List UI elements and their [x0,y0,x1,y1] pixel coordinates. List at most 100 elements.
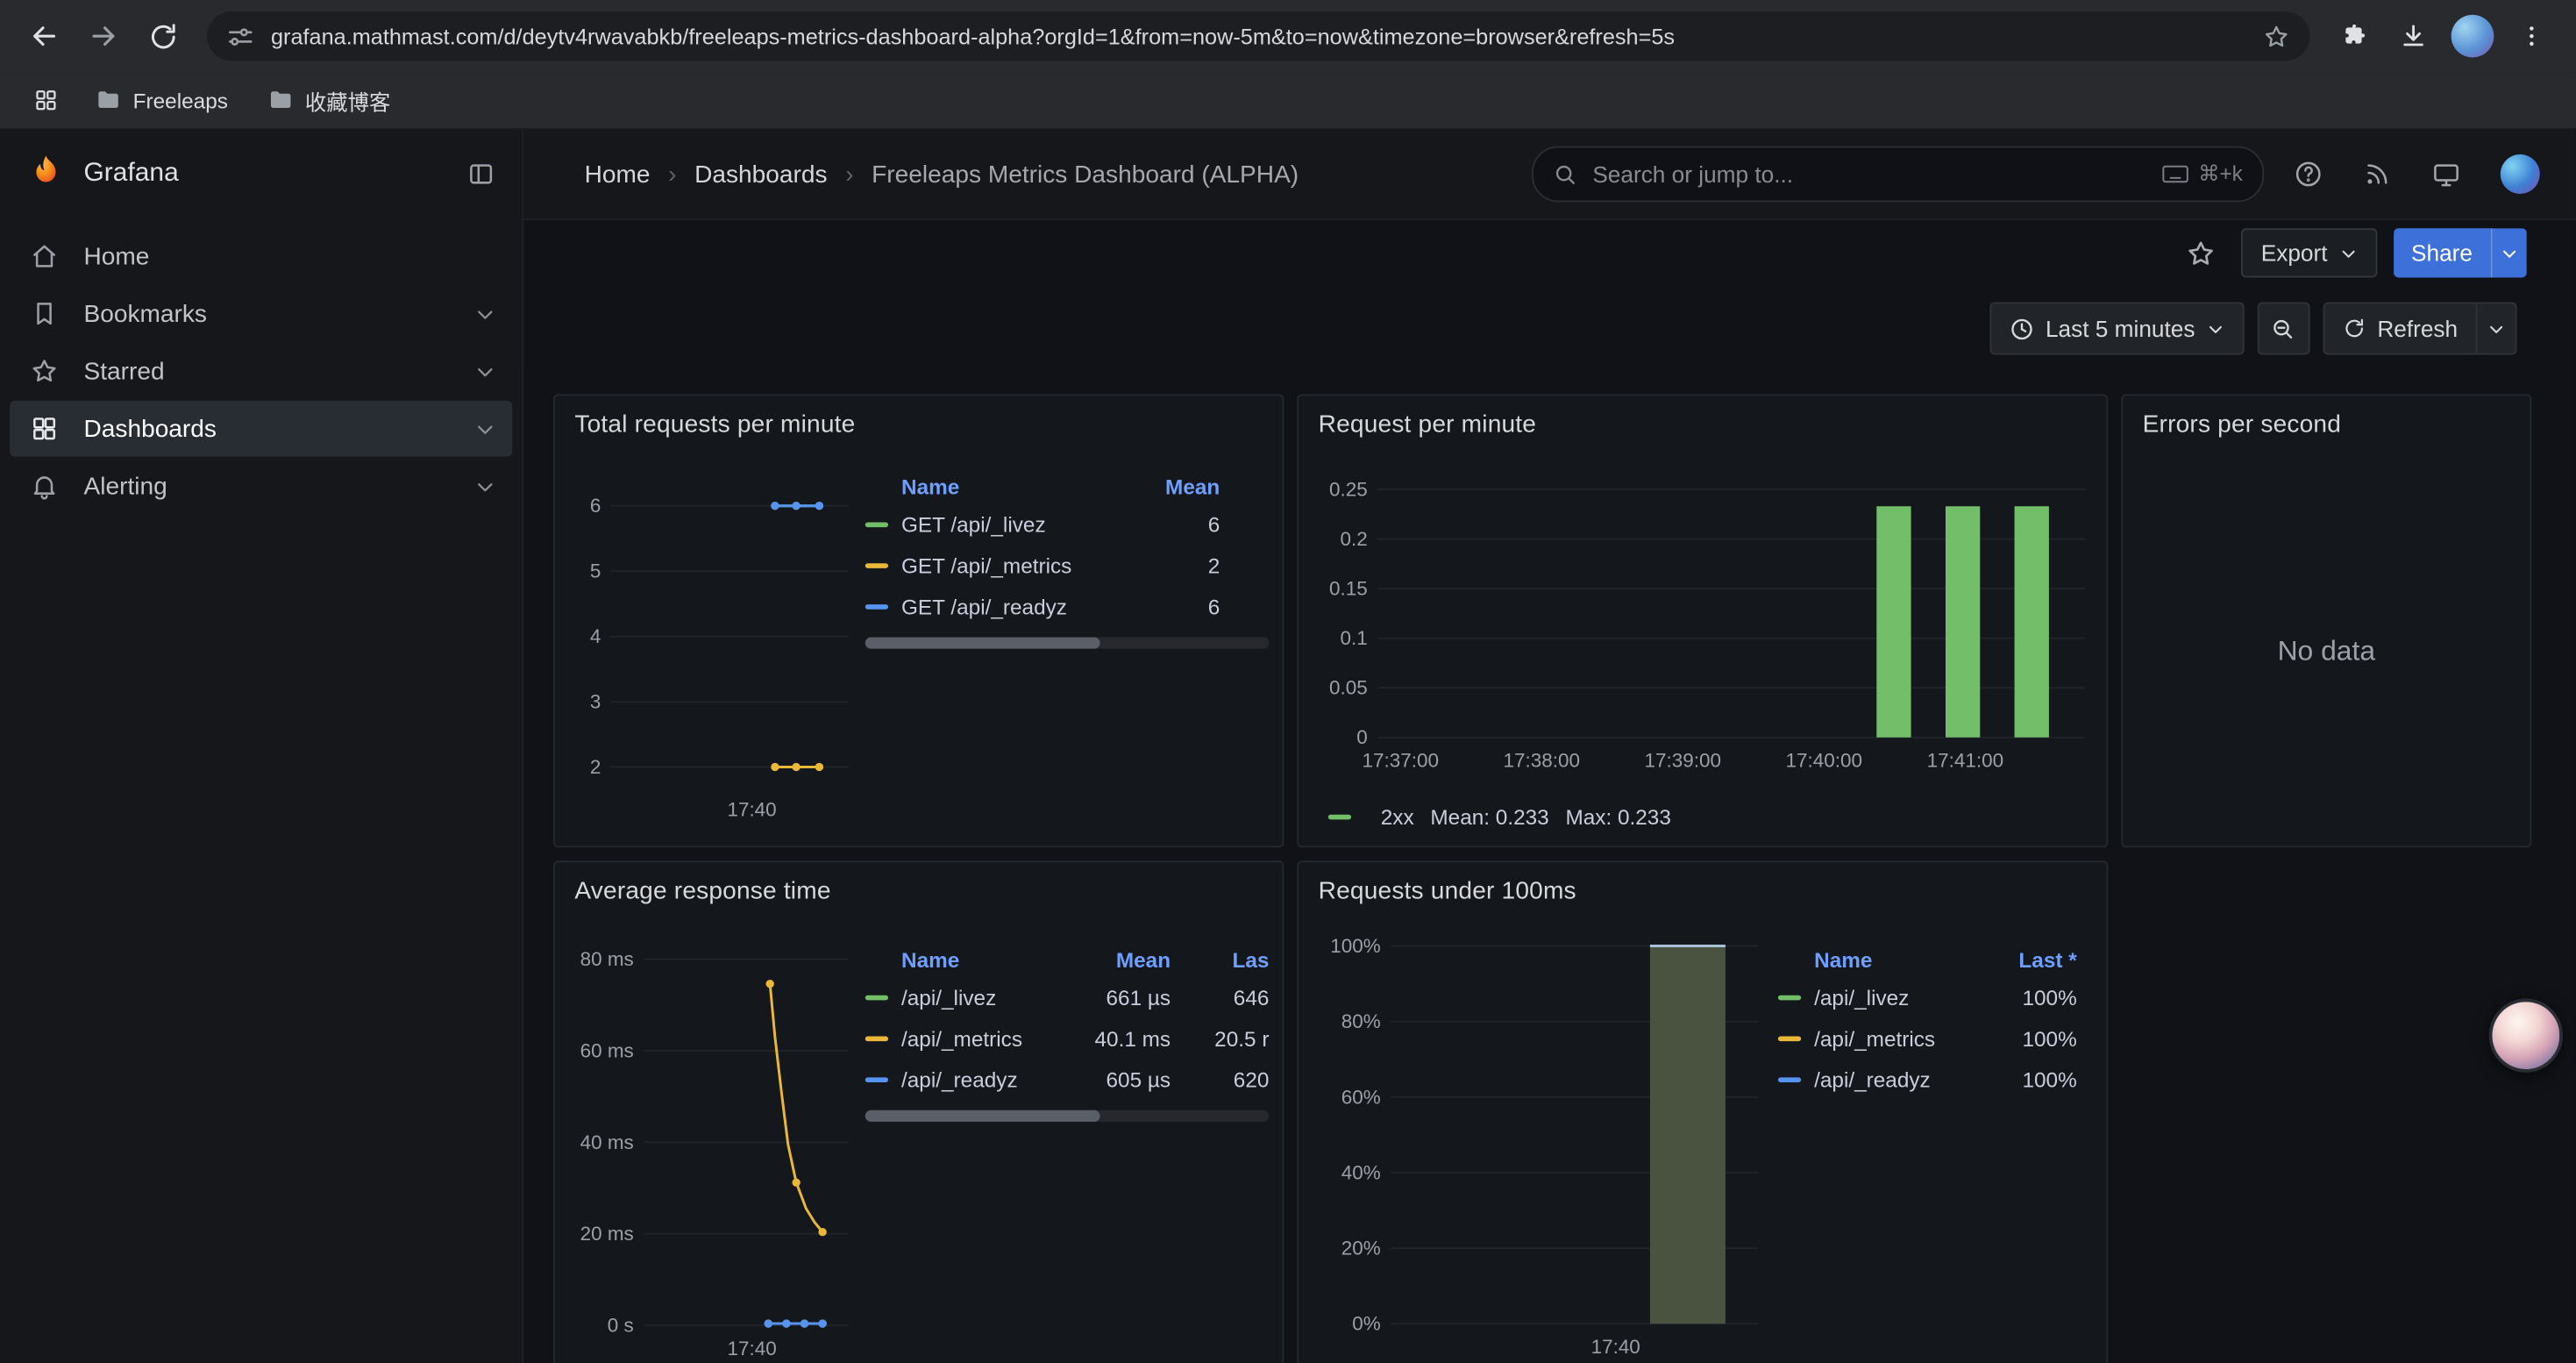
chevron-down-icon[interactable] [474,360,495,382]
sidebar-item-alerting[interactable]: Alerting [10,458,512,514]
zoom-out-button[interactable] [2258,303,2310,355]
panel-title: Errors per second [2123,396,2530,439]
assistant-avatar-button[interactable] [2489,998,2563,1072]
series-name: GET /api/_livez [901,512,1112,537]
legend-table: Name Mean Las/api/_livez661 µs646/api/_met… [852,941,1270,1122]
bookmark-folder-blogs[interactable]: 收藏博客 [254,80,403,121]
chevron-down-icon[interactable] [474,475,495,496]
legend-row[interactable]: /api/_readyz605 µs620 [865,1060,1270,1101]
grafana-logo [26,152,66,196]
bar[interactable] [1876,506,1911,738]
panel-request-per-minute: Request per minute 0.250.20.150.10.05017… [1297,394,2108,847]
chevron-down-icon[interactable] [474,418,495,439]
news-rss-icon[interactable] [2363,160,2393,189]
profile-avatar[interactable] [2444,8,2501,64]
forward-button[interactable] [75,8,132,64]
column-header[interactable]: Name [1814,946,1968,971]
series-value: 100% [1978,986,2076,1010]
legend-row[interactable]: GET /api/_metrics 2 [865,546,1270,587]
legend-row[interactable]: GET /api/_readyz6 [865,586,1270,627]
series-name: GET /api/_readyz [901,595,1112,619]
panel-title: Total requests per minute [555,396,1283,439]
y-tick-label: 2 [590,756,601,778]
bar[interactable] [2015,506,2049,738]
x-tick-label: 17:40 [1591,1336,1640,1358]
legend-row[interactable]: /api/_metrics100% [1778,1018,2077,1060]
favorite-star-icon[interactable] [2175,228,2224,277]
column-header[interactable]: Las [1180,946,1269,971]
y-tick-label: 20% [1341,1238,1381,1260]
bookmark-star-icon[interactable] [2262,22,2290,50]
monitor-icon[interactable] [2431,160,2461,189]
bookmarks-bar: Freeleaps 收藏博客 [0,72,2576,130]
site-settings-icon[interactable] [226,22,254,50]
browser-menu-icon[interactable] [2504,8,2560,64]
request-per-minute-chart[interactable]: 0.250.20.150.10.05017:37:0017:38:0017:39… [1312,458,2096,838]
legend-scrollbar[interactable] [865,638,1270,649]
legend-row[interactable]: GET /api/_livez6 [865,504,1270,546]
legend-row[interactable]: /api/_livez661 µs646 [865,977,1270,1018]
apps-grid-icon[interactable] [23,77,68,123]
export-button[interactable]: Export [2241,228,2376,277]
column-header[interactable]: Last * [1978,946,2076,971]
reload-button[interactable] [135,8,191,64]
panel-title: Requests under 100ms [1299,862,2106,905]
column-header[interactable]: Mean [1121,474,1220,498]
bar[interactable] [1650,946,1726,1324]
series-value: 2 [1121,553,1220,578]
y-tick-label: 60 ms [580,1039,634,1061]
legend-row[interactable]: /api/_readyz100% [1778,1060,2077,1101]
bar[interactable] [1946,506,1980,738]
x-tick-label: 17:39:00 [1645,749,1721,771]
breadcrumb-dashboards[interactable]: Dashboards [694,161,827,189]
sidebar-collapse-icon[interactable] [466,160,496,189]
share-menu-button[interactable] [2491,228,2527,277]
series-name: GET /api/_metrics [901,553,1112,578]
bookmark-label: Freeleaps [133,88,228,112]
series-color-dash [865,1037,888,1042]
time-range-picker[interactable]: Last 5 minutes [1989,303,2244,355]
series-dot [818,1319,826,1327]
share-button[interactable]: Share [2393,228,2490,277]
chevron-down-icon[interactable] [474,303,495,324]
legend-row[interactable]: /api/_livez100% [1778,977,2077,1018]
help-icon[interactable] [2294,160,2323,189]
chevron-down-icon [2487,319,2506,338]
series-dot [771,763,779,771]
bookmark-label: 收藏博客 [305,84,390,116]
sidebar-item-dashboards[interactable]: Dashboards [10,401,512,457]
series-value: 661 µs [1072,986,1171,1010]
sidebar-item-bookmarks[interactable]: Bookmarks [10,286,512,342]
series-line[interactable] [770,984,822,1232]
column-header[interactable]: Mean [1072,946,1171,971]
y-tick-label: 60% [1341,1086,1381,1108]
sidebar-item-home[interactable]: Home [10,228,512,284]
breadcrumb-separator: › [668,161,676,189]
series-color-dash [865,995,888,1001]
series-value: 20.5 r [1180,1026,1269,1051]
url-bar[interactable]: grafana.mathmast.com/d/deytv4rwavabkb/fr… [207,11,2310,61]
legend-row[interactable]: /api/_metrics40.1 ms20.5 r [865,1018,1270,1060]
extensions-icon[interactable] [2326,8,2382,64]
back-button[interactable] [17,8,73,64]
refresh-interval-button[interactable] [2478,303,2517,355]
total-requests-chart[interactable]: 6543217:40 [568,458,856,838]
chevron-down-icon [2207,319,2225,338]
refresh-button[interactable]: Refresh [2323,303,2478,355]
user-avatar[interactable] [2501,154,2540,194]
average-response-time-chart[interactable]: 80 ms60 ms40 ms20 ms0 s17:40 [568,924,856,1363]
scrollbar-thumb[interactable] [865,1110,1099,1122]
scrollbar-thumb[interactable] [865,638,1099,649]
y-tick-label: 0.1 [1341,627,1368,649]
downloads-icon[interactable] [2386,8,2442,64]
legend-scrollbar[interactable] [865,1110,1270,1122]
breadcrumb-home[interactable]: Home [585,161,651,189]
sidebar-item-starred[interactable]: Starred [10,343,512,399]
search-shortcut: ⌘+k [2162,161,2243,188]
bookmark-folder-freeleaps[interactable]: Freeleaps [82,82,241,118]
legend-series-name[interactable]: 2xx [1381,805,1414,830]
column-header[interactable]: Name [901,946,1063,971]
search-input[interactable]: Search or jump to... ⌘+k [1532,146,2264,203]
series-dot [765,1319,772,1327]
column-header[interactable]: Name [901,474,1112,498]
